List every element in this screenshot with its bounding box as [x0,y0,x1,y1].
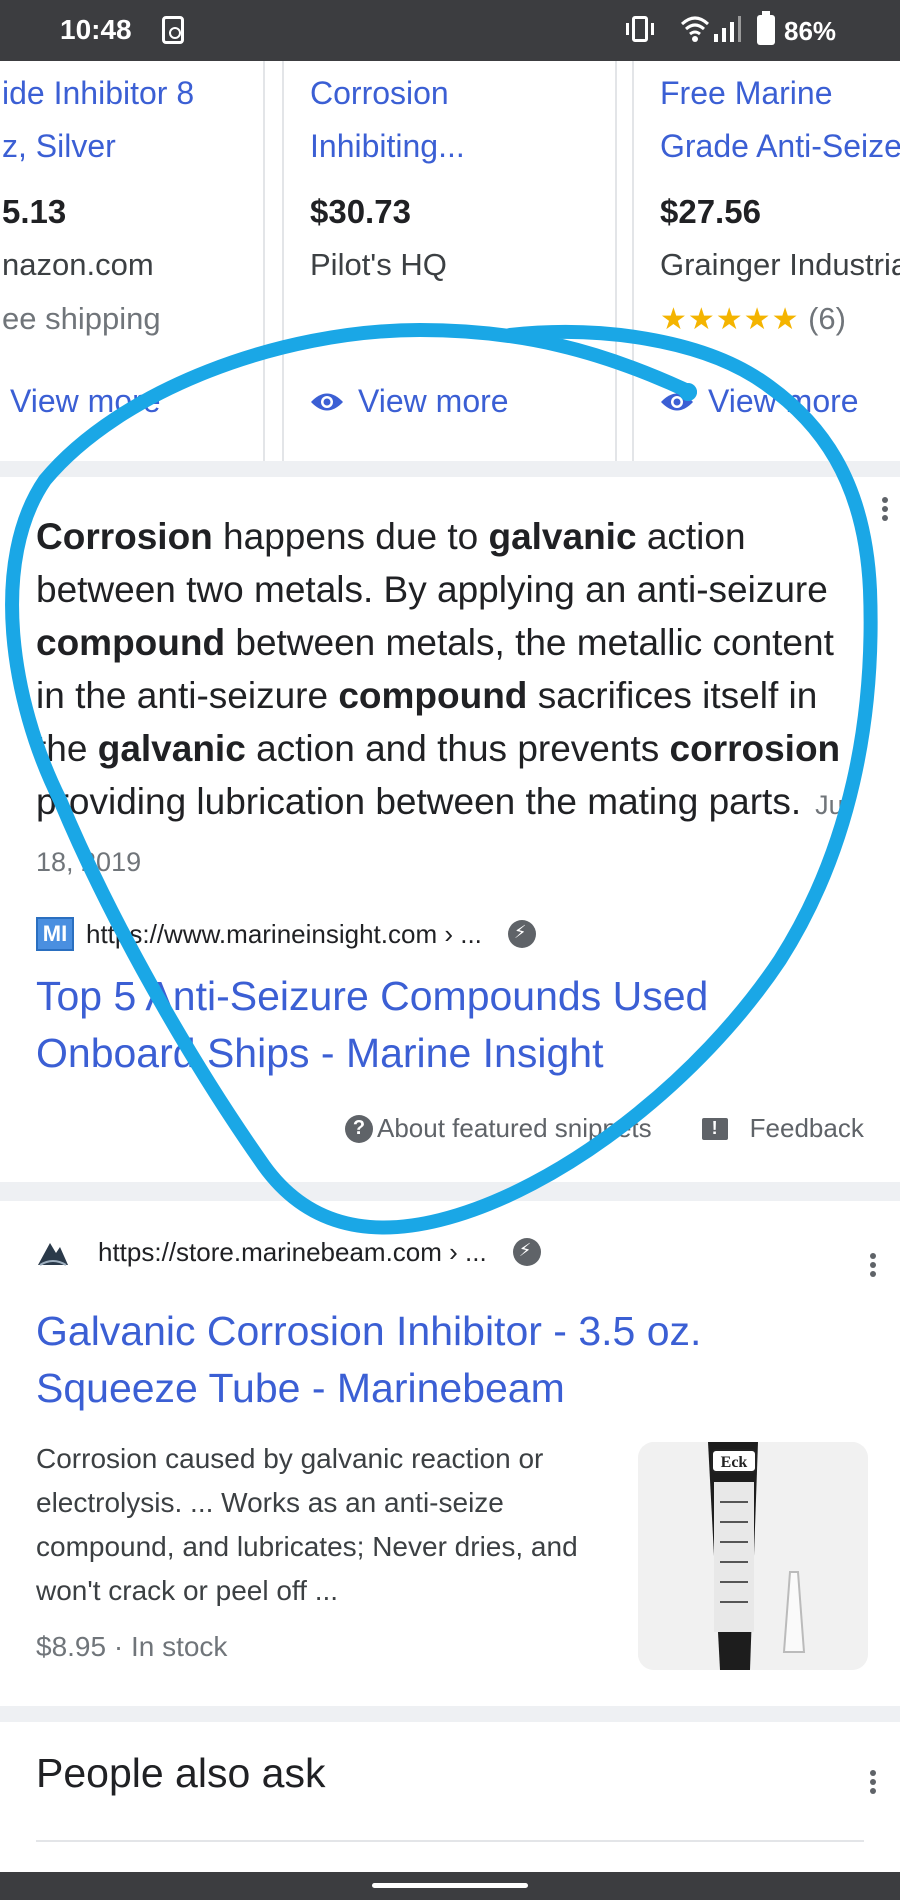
vibrate-icon [626,16,654,42]
notification-icon [162,16,184,44]
result-source[interactable]: https://store.marinebeam.com › ... [36,1235,541,1269]
product-card[interactable]: Corrosion Inhibiting... $30.73 Pilot's HQ… [282,61,617,461]
product-store: Grainger Industrial [660,247,900,282]
snippet-text-segment: providing lubrication between the mating… [36,781,802,822]
more-options-icon[interactable] [870,489,900,529]
result-title-link[interactable]: Galvanic Corrosion Inhibitor - 3.5 oz. S… [36,1303,856,1417]
battery-icon [757,11,775,45]
people-also-ask-title: People also ask [36,1750,326,1796]
amp-icon [512,1238,541,1266]
snippet-source-url: https://www.marineinsight.com › ... [86,918,482,949]
product-rating: ★★★★★ (6) [660,301,846,336]
about-snippets-link[interactable]: About featured snippets [377,1113,652,1144]
snippet-keyword: galvanic [488,516,637,557]
result-description: Corrosion caused by galvanic reaction or… [36,1443,578,1606]
snippet-footer: ? About featured snippets ! Feedback [345,1113,864,1144]
product-card[interactable]: Free Marine Grade Anti-Seize $27.56 Grain… [632,61,900,461]
product-price: $30.73 [310,193,411,230]
divider [36,1840,864,1842]
amp-icon [507,920,536,948]
feedback-link[interactable]: Feedback [750,1113,864,1144]
snippet-keyword: compound [36,622,226,663]
status-time: 10:48 [60,14,132,45]
tube-image: Eck [638,1442,868,1670]
product-title[interactable]: ide Inhibitor 8 z, Silver [2,67,322,173]
product-title[interactable]: Corrosion Inhibiting... [310,67,630,173]
snippet-keyword: galvanic [97,728,246,769]
product-thumbnail[interactable]: Eck [638,1442,868,1670]
battery-percent: 86% [784,16,837,46]
help-icon[interactable]: ? [345,1114,373,1143]
snippet-title-link[interactable]: Top 5 Anti-Seizure Compounds Used Onboar… [36,968,856,1082]
more-options-icon[interactable] [858,1245,888,1285]
feedback-icon[interactable]: ! [701,1117,728,1140]
product-price: $27.56 [660,193,761,230]
snippet-source[interactable]: MI https://www.marineinsight.com › ... [36,917,536,951]
product-card[interactable]: ide Inhibitor 8 z, Silver 5.13 nazon.com … [0,61,265,461]
view-more-button[interactable]: View more [310,383,509,420]
snippet-keyword: compound [338,675,528,716]
snippet-text: Corrosion happens due to galvanic action… [36,510,856,889]
product-store: nazon.com [2,247,154,282]
snippet-text-segment: happens due to [212,516,489,557]
product-title[interactable]: Free Marine Grade Anti-Seize [660,67,900,173]
view-more-button[interactable]: View more [660,383,859,420]
star-rating-icon: ★★★★★ [660,303,800,336]
snippet-text-segment: action and thus prevents [245,728,670,769]
product-price: 5.13 [2,193,67,230]
result-source-url: https://store.marinebeam.com › ... [98,1236,487,1267]
navigation-bar [0,1872,900,1900]
view-more-button[interactable]: View more [10,383,161,420]
product-store: Pilot's HQ [310,247,447,282]
eye-icon [661,393,693,410]
snippet-keyword: corrosion [669,728,841,769]
featured-snippet: Corrosion happens due to galvanic action… [0,477,900,1182]
people-also-ask: People also ask [0,1722,900,1872]
more-options-icon[interactable] [858,1762,888,1802]
product-shipping: ee shipping [2,301,161,336]
snippet-keyword: Corrosion [36,516,213,557]
wifi-icon [680,16,710,42]
product-carousel[interactable]: ide Inhibitor 8 z, Silver 5.13 nazon.com … [0,61,900,461]
search-result: https://store.marinebeam.com › ... Galva… [0,1201,900,1706]
result-meta: $8.95 · In stock [36,1631,228,1662]
eye-icon [311,393,343,410]
svg-text:Eck: Eck [721,1454,748,1471]
signal-icon [714,16,741,42]
status-bar: 10:48 86% [0,0,900,61]
home-gesture-handle[interactable] [372,1883,528,1888]
marinebeam-logo [38,1243,68,1266]
marine-insight-logo: MI [36,917,74,951]
